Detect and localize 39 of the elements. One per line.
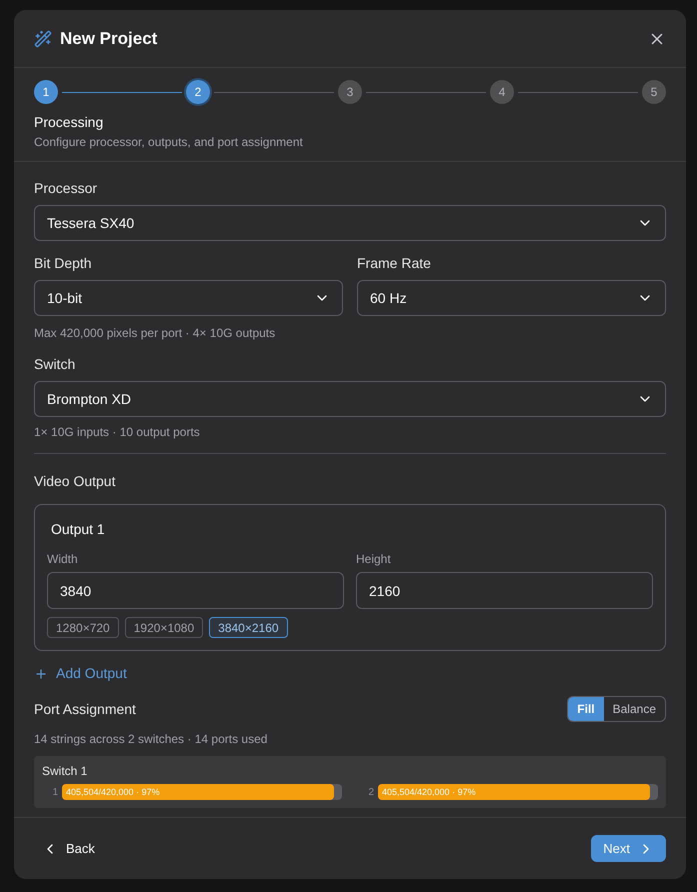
field-label: Processor	[34, 179, 98, 198]
output-title: Output 1	[51, 520, 106, 539]
step-indicator: 1	[34, 80, 58, 104]
step-indicator: 5	[642, 80, 666, 104]
width-input[interactable]: 3840	[47, 572, 344, 609]
section-heading: Port Assignment	[34, 700, 136, 719]
step-indicator: 4	[490, 80, 514, 104]
section-heading: Video Output	[34, 472, 116, 491]
port-number: 2	[367, 786, 374, 800]
helper-text: 1× 10G inputs · 10 output ports	[34, 424, 201, 441]
add-output-button[interactable]: Add Output	[34, 663, 127, 684]
field-label: Bit Depth	[34, 254, 93, 273]
port-load-reading: 405,504/420,000 · 97%	[382, 786, 476, 799]
step-subtitle: Configure processor, outputs, and port assignment	[34, 134, 304, 151]
port-number: 1	[51, 786, 58, 800]
step-indicator: 3	[338, 80, 362, 104]
field-label: Height	[356, 551, 392, 568]
dropdown[interactable]: Brompton XD	[34, 381, 666, 417]
step-indicator: 2	[186, 80, 210, 104]
helper-text: Max 420,000 pixels per port · 4× 10G outputs	[34, 325, 276, 342]
switch-title: Switch 1	[42, 763, 88, 780]
dropdown[interactable]: Tessera SX40	[34, 205, 666, 241]
field-label: Switch	[34, 355, 76, 374]
preset-chip[interactable]: 1920×1080	[124, 617, 204, 638]
preset-chip[interactable]: 3840×2160	[209, 617, 288, 638]
dropdown[interactable]: 60 Hz	[357, 280, 666, 316]
field-label: Frame Rate	[357, 254, 432, 273]
magic-wand-icon	[34, 30, 52, 48]
dialog-title: New Project	[60, 28, 158, 50]
port-load-reading: 405,504/420,000 · 97%	[66, 786, 160, 799]
back-button[interactable]: Back	[34, 836, 103, 862]
step-title: Processing	[34, 113, 104, 132]
preset-chip[interactable]: 1280×720	[47, 617, 119, 638]
helper-text: 14 strings across 2 switches · 14 ports used	[34, 731, 268, 748]
plus-icon	[34, 666, 48, 680]
height-input[interactable]: 2160	[356, 572, 653, 609]
mode-tab[interactable]: Balance	[604, 697, 665, 721]
field-label: Width	[47, 551, 79, 568]
dropdown[interactable]: 10-bit	[34, 280, 343, 316]
